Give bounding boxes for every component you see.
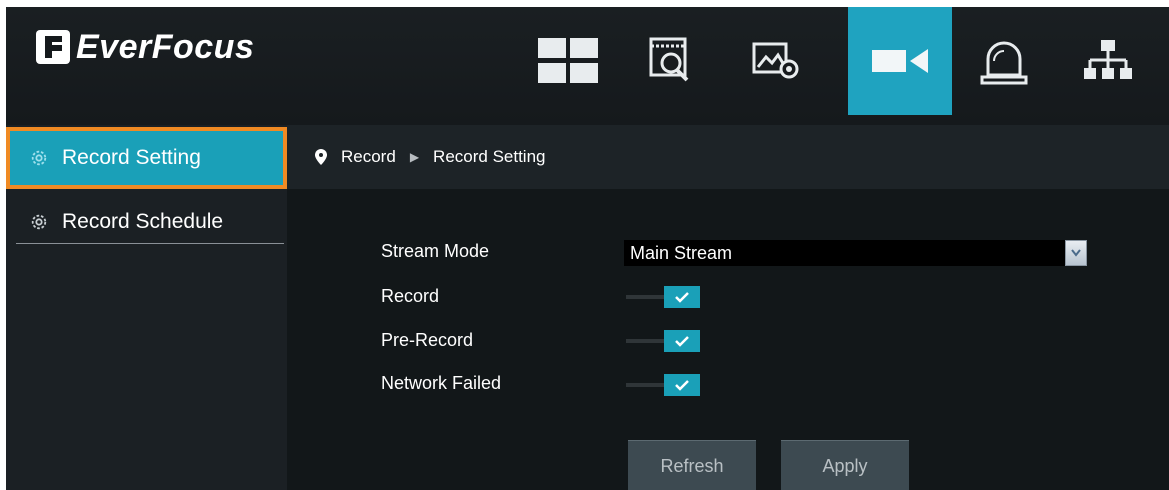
network-failed-label: Network Failed xyxy=(381,373,502,393)
refresh-button[interactable]: Refresh xyxy=(628,440,756,490)
pre-record-label: Pre-Record xyxy=(381,330,474,350)
nav-record-button[interactable] xyxy=(848,7,952,115)
image-settings-icon xyxy=(752,42,799,79)
breadcrumb-item: Record Setting xyxy=(433,147,546,166)
record-toggle[interactable] xyxy=(624,285,704,309)
nav-live-view-button[interactable] xyxy=(516,7,620,115)
stream-mode-label: Stream Mode xyxy=(381,241,490,261)
video-camera-icon xyxy=(872,49,928,73)
sidebar-item-label: Record Setting xyxy=(62,146,201,169)
sidebar-divider xyxy=(16,243,284,244)
checkmark-icon xyxy=(664,374,700,396)
record-label: Record xyxy=(381,286,440,306)
nav-playback-button[interactable] xyxy=(620,7,724,115)
nav-alarm-button[interactable] xyxy=(952,7,1056,115)
apply-button[interactable]: Apply xyxy=(781,440,909,490)
grid-view-icon xyxy=(538,38,598,83)
alarm-bell-icon xyxy=(980,41,1028,85)
brand-name: EverFocus xyxy=(76,27,255,66)
nav-network-button[interactable] xyxy=(1056,7,1160,115)
stream-mode-select[interactable]: Main Stream xyxy=(624,240,1087,266)
checkmark-icon xyxy=(664,286,700,308)
checkmark-icon xyxy=(664,330,700,352)
app-window: EverFocus Record Setting Record Schedule… xyxy=(6,7,1169,490)
top-nav-bar: EverFocus xyxy=(6,7,1169,126)
main-content: Record ▶ Record Setting Stream Mode Main… xyxy=(287,125,1169,490)
network-failed-toggle[interactable] xyxy=(624,373,704,397)
nav-image-settings-button[interactable] xyxy=(724,7,828,115)
pre-record-toggle[interactable] xyxy=(624,329,704,353)
chevron-down-icon[interactable] xyxy=(1065,240,1087,266)
location-pin-icon xyxy=(315,149,327,165)
stream-mode-value: Main Stream xyxy=(630,243,733,263)
breadcrumb: Record ▶ Record Setting xyxy=(287,125,1169,189)
gear-icon xyxy=(31,150,47,166)
chevron-right-icon: ▶ xyxy=(409,150,420,164)
sidebar-item-label: Record Schedule xyxy=(62,210,224,233)
logo-mark-icon xyxy=(36,30,70,64)
network-icon xyxy=(1084,40,1132,79)
brand-logo: EverFocus xyxy=(36,25,254,69)
playback-search-icon xyxy=(649,37,689,82)
sidebar-item-record-schedule[interactable]: Record Schedule xyxy=(6,197,287,247)
breadcrumb-item[interactable]: Record xyxy=(341,147,396,167)
sidebar-item-record-setting[interactable]: Record Setting xyxy=(6,127,287,189)
gear-icon xyxy=(31,214,47,230)
sidebar: Record Setting Record Schedule xyxy=(6,125,287,490)
